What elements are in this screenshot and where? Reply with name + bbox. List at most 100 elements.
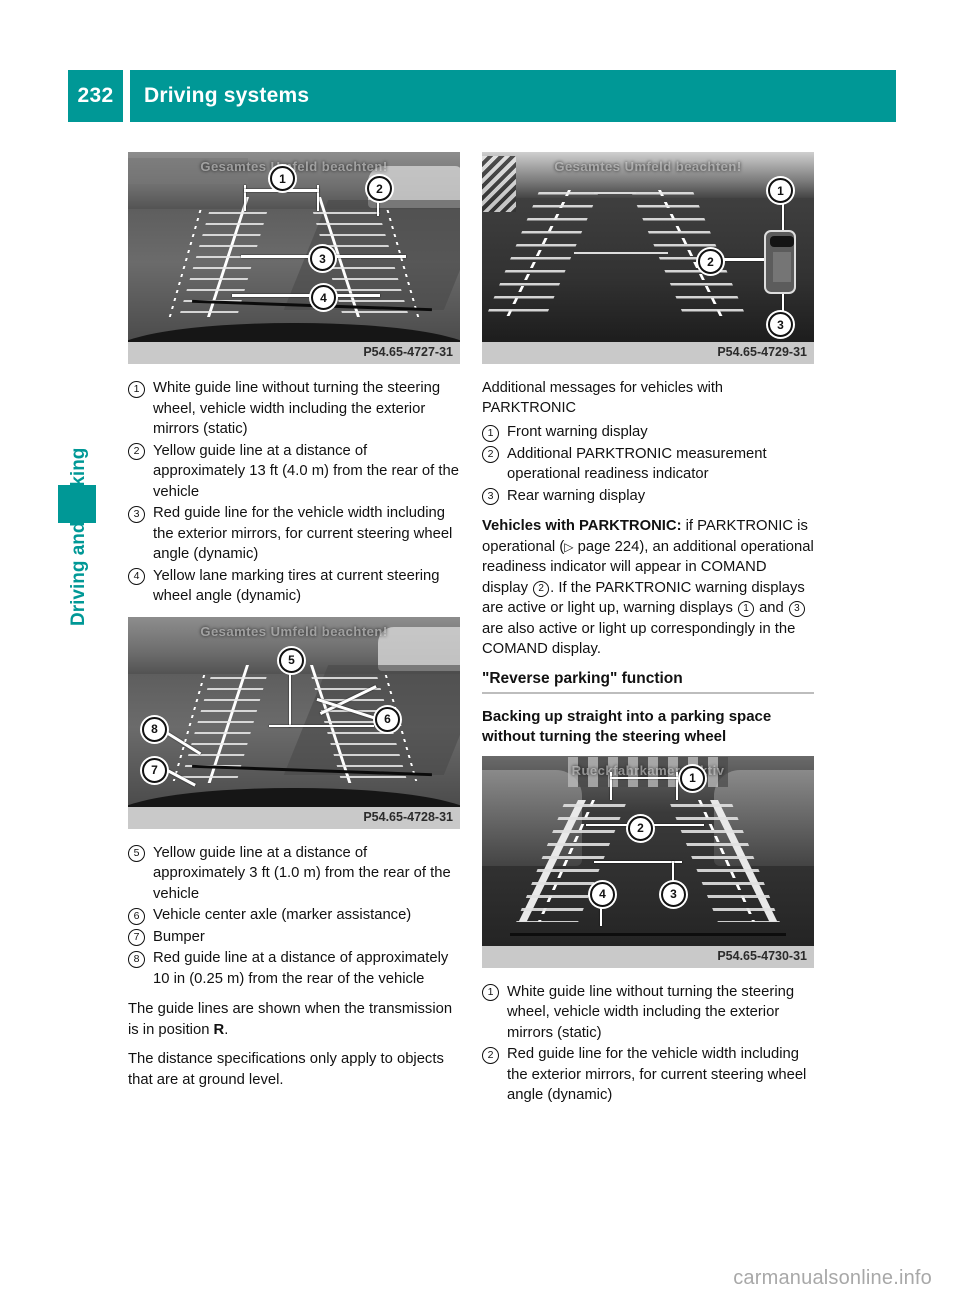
subheading-backing-up: Backing up straight into a parking space… [482, 707, 772, 745]
parktronic-readiness-bar [773, 252, 791, 282]
list-item: 5 Yellow guide line at a distance of app… [128, 843, 460, 905]
figure-1-photo: Gesamtes Umfeld beachten! 1 2 3 4 [128, 152, 460, 342]
figure-rear-view-static-lines: Gesamtes Umfeld beachten! 1 2 3 4 P54.65… [128, 152, 460, 364]
item-text: Red guide line for the vehicle width inc… [153, 505, 453, 562]
list-item: 7 Bumper [128, 927, 460, 948]
list-item: 2 Red guide line for the vehicle width i… [482, 1044, 814, 1106]
figure-3-caption-bar: P54.65-4729-31 [482, 342, 814, 364]
callout-2: 2 [367, 176, 392, 201]
center-axle-line [269, 724, 374, 727]
figure-parktronic-display: Gesamtes Umfeld beachten! 1 2 3 P54.65-4… [482, 152, 814, 364]
item-text: Rear warning display [507, 487, 646, 504]
callout-3: 3 [661, 881, 686, 907]
left-column: Gesamtes Umfeld beachten! 1 2 3 4 P54.65… [128, 152, 460, 1099]
axle-mark-far [594, 192, 636, 194]
item-number: 2 [482, 446, 499, 463]
item-text: Yellow guide line at a distance of appro… [153, 844, 451, 902]
paragraph-distance-spec: The distance specifications only apply t… [128, 1051, 444, 1088]
figure-4-caption: P54.65-4730-31 [717, 948, 807, 963]
callout-1: 1 [680, 765, 705, 791]
figure-rear-view-dynamic-lines: Gesamtes Umfeld beachten! 5 6 7 8 P54.65… [128, 616, 460, 829]
leader-5 [289, 664, 291, 727]
callout-1: 1 [768, 178, 793, 203]
item-number: 1 [482, 984, 499, 1001]
item-number: 4 [128, 568, 145, 585]
page-number-block: 232 [68, 70, 123, 122]
item-text: Vehicle center axle (marker assistance) [153, 907, 412, 923]
list-item: 4 Yellow lane marking tires at current s… [128, 566, 460, 607]
inline-callout-2: 2 [533, 580, 550, 597]
callout-7: 7 [142, 757, 167, 783]
para-text-b: . [224, 1021, 229, 1038]
list-item: 1 White guide line without turning the s… [482, 982, 814, 1044]
paragraph-transmission: The guide lines are shown when the trans… [128, 999, 460, 1040]
figure-3-osd-text: Gesamtes Umfeld beachten! [554, 159, 742, 174]
item-number: 1 [128, 380, 145, 398]
callout-4: 4 [311, 285, 336, 310]
figure-4-photo: Rueckfahrkamera aktiv 1 2 3 4 [482, 755, 814, 946]
side-tab-label: Driving and parking [68, 447, 89, 626]
figure-2-osd-text: Gesamtes Umfeld beachten! [200, 623, 388, 639]
bumper-line [510, 932, 786, 936]
list-item: 6 Vehicle center axle (marker assistance… [128, 905, 460, 926]
figure-reverse-parking: Rueckfahrkamera aktiv 1 2 3 4 P54.65-473… [482, 755, 814, 968]
item-number: 6 [128, 907, 145, 925]
position-r: R [213, 1021, 225, 1038]
list-item: 2 Yellow guide line at a distance of app… [128, 441, 460, 503]
callout-3: 3 [310, 246, 335, 271]
footer-watermark: carmanualsonline.info [733, 1267, 932, 1289]
right-list-2: 1 White guide line without turning the s… [482, 982, 814, 1106]
page-reference-icon: ▷ [564, 539, 574, 554]
parktronic-intro: Additional messages for vehicles with PA… [482, 380, 723, 416]
callout-4: 4 [590, 881, 615, 907]
figure-1-caption: P54.65-4727-31 [363, 345, 453, 359]
figure-2-caption-bar: P54.65-4728-31 [128, 806, 460, 829]
list-item: 1 Front warning display [482, 422, 814, 443]
section-heading-reverse-parking: "Reverse parking" function [482, 670, 814, 694]
item-text: White guide line without turning the ste… [153, 380, 441, 437]
callout-6: 6 [375, 706, 400, 732]
callout-2: 2 [698, 249, 723, 274]
parktronic-paragraph: Vehicles with PARKTRONIC: if PARKTRONIC … [482, 516, 814, 660]
list-item: 3 Red guide line for the vehicle width i… [128, 503, 460, 565]
inline-callout-1: 1 [737, 601, 754, 617]
page-header: 232 Driving systems [68, 70, 896, 122]
item-text: Red guide line for the vehicle width inc… [507, 1046, 807, 1103]
callout-3: 3 [768, 312, 793, 337]
figure-3-photo: Gesamtes Umfeld beachten! 1 2 3 [482, 152, 814, 342]
right-list-1: 1 Front warning display 2 Additional PAR… [482, 422, 814, 506]
item-text: Additional PARKTRONIC measurement operat… [507, 445, 767, 483]
item-number: 2 [482, 1046, 499, 1064]
item-number: 3 [482, 488, 499, 505]
center-axle-line [594, 860, 682, 863]
item-number: 8 [128, 950, 145, 968]
side-tab: Driving and parking [24, 280, 96, 700]
vehicle-windshield [770, 236, 794, 247]
chapter-title-block: Driving systems [130, 70, 896, 122]
figure-2-caption: P54.65-4728-31 [363, 809, 453, 824]
item-number: 1 [482, 424, 499, 442]
figure-2-photo: Gesamtes Umfeld beachten! 5 6 7 8 [128, 616, 460, 807]
figure-1-caption-bar: P54.65-4727-31 [128, 342, 460, 364]
figure-4-caption-bar: P54.65-4730-31 [482, 945, 814, 968]
item-number: 2 [128, 443, 145, 460]
list-item: 3 Rear warning display [482, 486, 814, 507]
item-text: White guide line without turning the ste… [507, 983, 795, 1041]
item-text: Front warning display [507, 424, 648, 440]
callout-2: 2 [628, 815, 653, 841]
left-list-1: 1 White guide line without turning the s… [128, 378, 460, 607]
axle-mark-near [574, 252, 668, 254]
leader-4 [232, 294, 380, 297]
item-text: Yellow guide line at a distance of appro… [153, 442, 459, 500]
item-number: 5 [128, 845, 145, 862]
pt-t4: and [754, 600, 788, 616]
callout-8: 8 [142, 716, 167, 742]
inline-callout-3: 3 [788, 601, 805, 617]
figure-4-osd-text: Rueckfahrkamera aktiv [571, 762, 725, 778]
figure-1-osd-text: Gesamtes Umfeld beachten! [200, 159, 388, 174]
pt-t5: are also active or light up correspondin… [482, 620, 796, 658]
right-column: Gesamtes Umfeld beachten! 1 2 3 P54.65-4… [482, 152, 814, 1116]
item-number: 7 [128, 929, 145, 946]
side-tab-marker [58, 485, 96, 523]
list-item: 2 Additional PARKTRONIC measurement oper… [482, 444, 814, 485]
